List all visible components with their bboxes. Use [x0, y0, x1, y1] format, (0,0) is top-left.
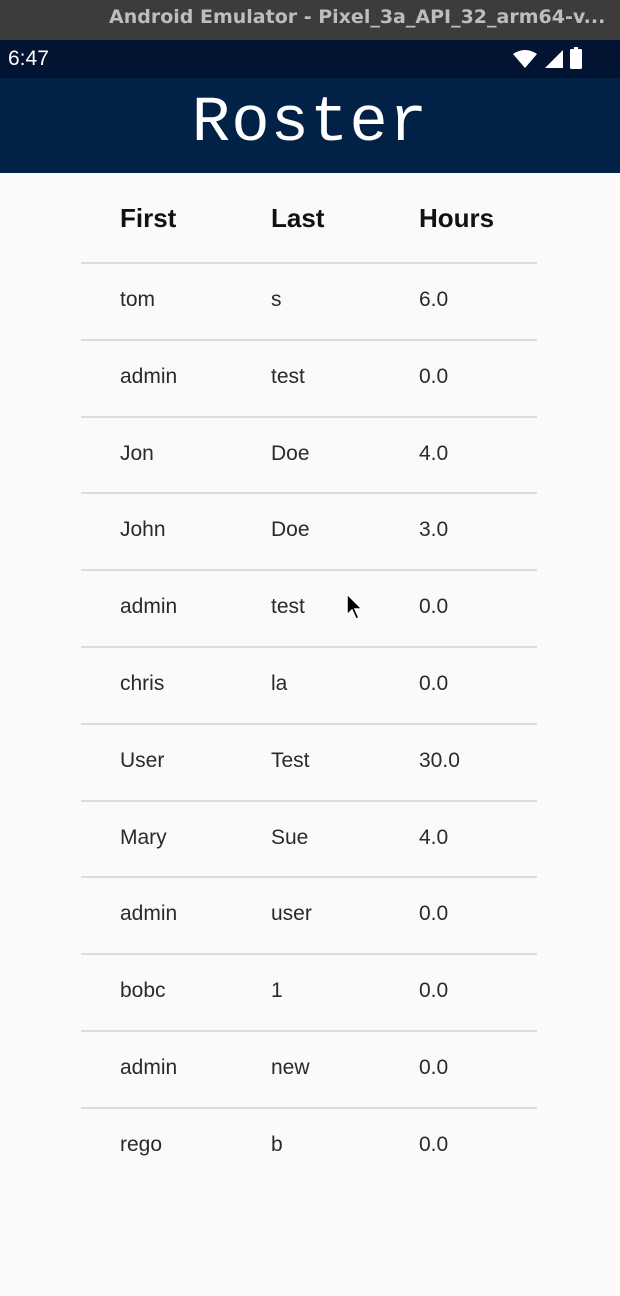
cell-first: Jon: [120, 441, 154, 465]
app-bar: Roster: [0, 78, 620, 173]
cell-hours: 0.0: [419, 595, 449, 619]
cell-hours: 0.0: [419, 902, 449, 926]
cell-last: Test: [271, 748, 310, 772]
cell-last: Doe: [271, 441, 310, 465]
cell-last: s: [271, 288, 282, 311]
cell-first: rego: [120, 1132, 163, 1156]
cell-last: la: [271, 671, 288, 695]
cell-hours: 0.0: [419, 1055, 449, 1079]
table-row: admin test 0.0: [81, 571, 537, 648]
cell-last: test: [271, 595, 305, 619]
status-time: 6:47: [8, 47, 49, 70]
cell-hours: 30.0: [419, 748, 460, 772]
cell-hours: 0.0: [419, 979, 449, 1003]
emulator-window-title: Android Emulator - Pixel_3a_API_32_arm64…: [0, 0, 620, 40]
cell-last: new: [271, 1055, 310, 1079]
cell-first: admin: [120, 595, 178, 619]
mouse-cursor-icon: [346, 593, 364, 620]
cell-first: chris: [120, 671, 165, 695]
cell-first: Mary: [120, 825, 167, 849]
wifi-icon: [513, 50, 537, 68]
cell-hours: 0.0: [419, 1132, 449, 1156]
cell-last: test: [271, 364, 305, 388]
table-row: Mary Sue 4.0: [81, 802, 537, 879]
cell-first: admin: [120, 364, 178, 388]
cell-last: b: [271, 1132, 283, 1156]
battery-icon: [570, 47, 582, 69]
cell-first: tom: [120, 288, 156, 311]
table-row: Jon Doe 4.0: [81, 418, 537, 495]
cell-first: John: [120, 518, 166, 542]
column-header-first: First: [120, 203, 177, 233]
table-row: bobc 1 0.0: [81, 955, 537, 1032]
table-row: admin new 0.0: [81, 1032, 537, 1109]
column-header-hours: Hours: [419, 203, 495, 233]
roster-table: First Last Hours tom s 6.0 admin test 0.…: [81, 173, 537, 1186]
table-row: admin test 0.0: [81, 341, 537, 418]
cell-hours: 0.0: [419, 364, 449, 388]
cell-hours: 0.0: [419, 671, 449, 695]
table-row: rego b 0.0: [81, 1109, 537, 1186]
cell-hours: 3.0: [419, 518, 449, 542]
cell-first: User: [120, 748, 165, 772]
column-header-last: Last: [271, 203, 325, 233]
table-row: tom s 6.0: [81, 264, 537, 341]
table-row: User Test 30.0: [81, 725, 537, 802]
roster-content: First Last Hours tom s 6.0 admin test 0.…: [0, 173, 620, 1296]
cell-last: 1: [271, 979, 283, 1003]
cell-first: bobc: [120, 979, 166, 1003]
table-row: chris la 0.0: [81, 648, 537, 725]
cell-last: Sue: [271, 825, 309, 849]
cell-hours: 4.0: [419, 825, 449, 849]
status-bar: 6:47: [0, 40, 620, 78]
page-title: Roster: [191, 88, 429, 160]
cell-last: user: [271, 902, 312, 926]
table-row: John Doe 3.0: [81, 494, 537, 572]
cell-first: admin: [120, 1055, 178, 1079]
cell-hours: 6.0: [419, 288, 449, 311]
cellular-signal-icon: [545, 50, 563, 68]
cell-first: admin: [120, 902, 178, 926]
cell-last: Doe: [271, 518, 310, 542]
cell-hours: 4.0: [419, 441, 449, 465]
table-header-row: First Last Hours: [81, 173, 537, 264]
table-row: admin user 0.0: [81, 878, 537, 956]
status-icons: [512, 47, 582, 69]
